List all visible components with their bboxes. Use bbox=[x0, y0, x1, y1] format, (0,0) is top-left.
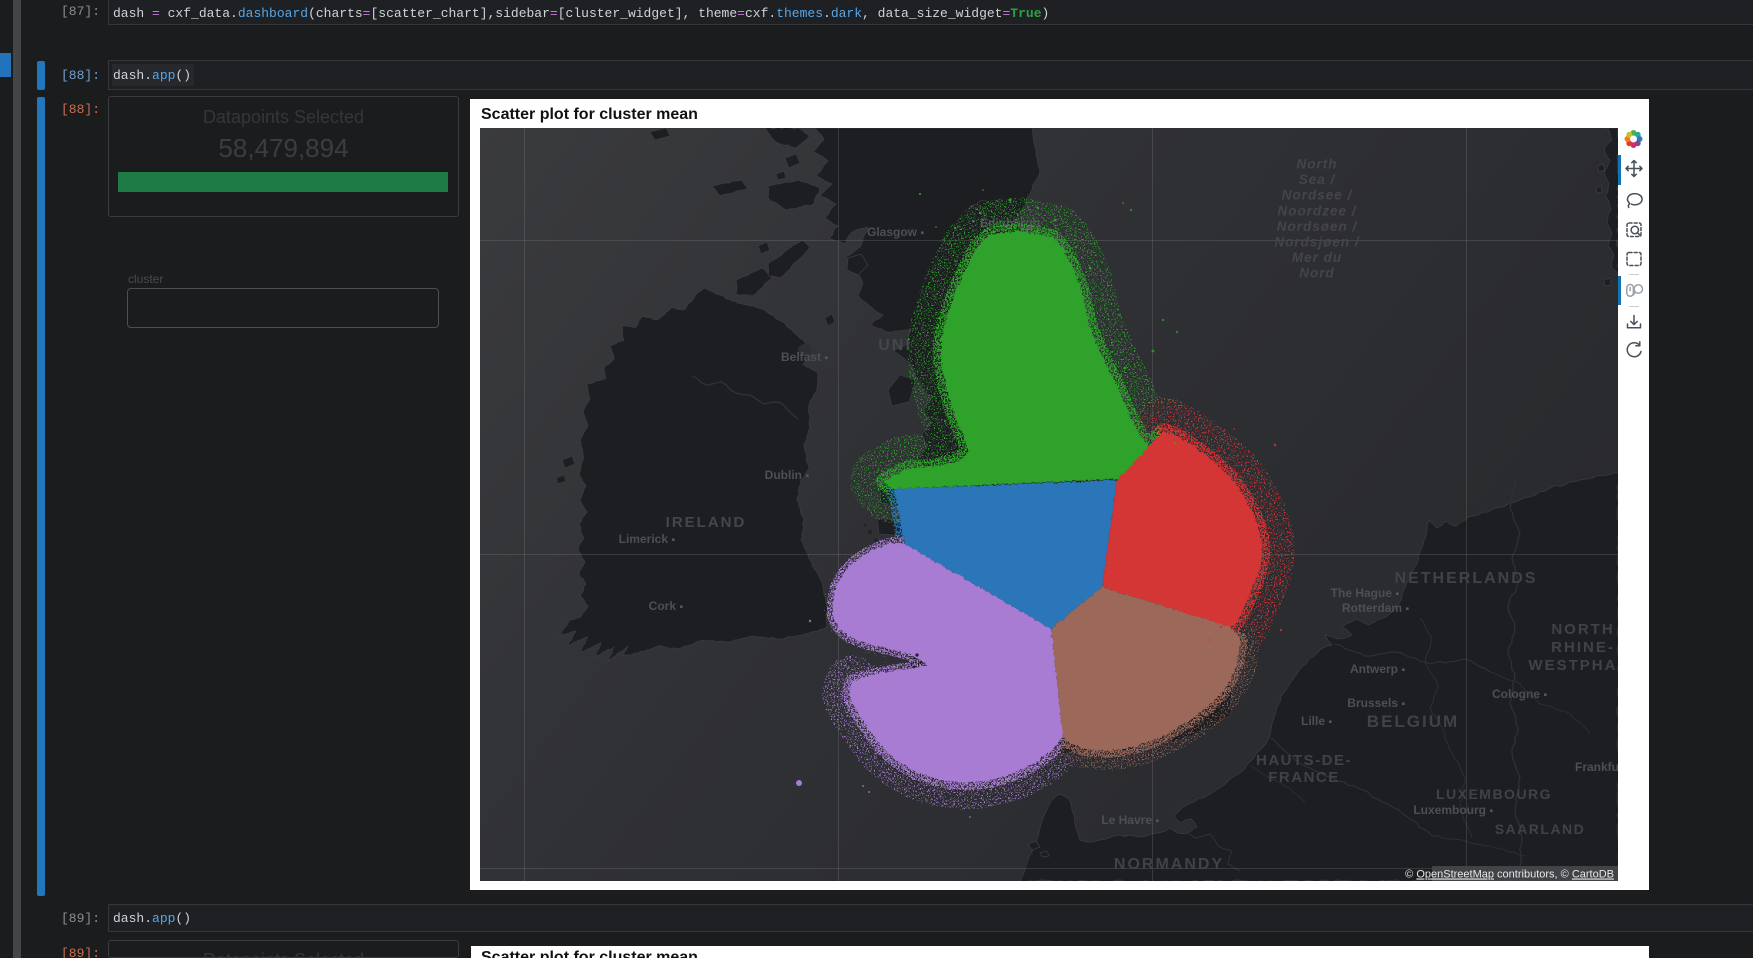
svg-text:Glasgow: Glasgow bbox=[867, 225, 918, 239]
svg-text:© OpenStreetMap contributors,: © OpenStreetMap contributors, © CartoDB bbox=[1405, 869, 1614, 881]
svg-text:LUXEMBOURG: LUXEMBOURG bbox=[1436, 786, 1552, 802]
svg-text:Lille: Lille bbox=[1301, 714, 1325, 728]
svg-text:Nordsjøen /: Nordsjøen / bbox=[1274, 235, 1360, 250]
svg-text:UNI: UNI bbox=[878, 337, 912, 354]
svg-text:HAUTS-DE-: HAUTS-DE- bbox=[1256, 752, 1352, 769]
svg-text:Luxembourg: Luxembourg bbox=[1413, 803, 1486, 817]
svg-text:Nordsøen /: Nordsøen / bbox=[1277, 219, 1358, 234]
svg-text:Sea /: Sea / bbox=[1299, 172, 1336, 187]
svg-text:North: North bbox=[1297, 157, 1338, 172]
svg-text:The Hague: The Hague bbox=[1331, 586, 1393, 600]
svg-text:FRANCE: FRANCE bbox=[1268, 769, 1340, 786]
svg-text:Brussels: Brussels bbox=[1347, 696, 1398, 710]
svg-text:Le Havre: Le Havre bbox=[1101, 813, 1152, 827]
svg-text:RHINE-: RHINE- bbox=[1551, 639, 1615, 656]
svg-text:Antwerp: Antwerp bbox=[1350, 662, 1398, 676]
svg-text:WESTPHALIA: WESTPHALIA bbox=[1528, 657, 1618, 674]
svg-text:Cologne: Cologne bbox=[1492, 687, 1540, 701]
svg-text:Frankfu: Frankfu bbox=[1575, 760, 1618, 774]
svg-text:Nord: Nord bbox=[1299, 266, 1335, 281]
svg-text:SAARLAND: SAARLAND bbox=[1495, 821, 1586, 837]
svg-text:NORMANDY: NORMANDY bbox=[1114, 856, 1224, 873]
svg-text:NORTH: NORTH bbox=[1551, 621, 1614, 638]
svg-text:Mer du: Mer du bbox=[1292, 250, 1342, 265]
svg-text:BELGIUM: BELGIUM bbox=[1367, 712, 1459, 731]
svg-text:Cork: Cork bbox=[649, 599, 677, 613]
svg-text:Limerick: Limerick bbox=[619, 532, 669, 546]
svg-text:IRELAND: IRELAND bbox=[666, 514, 747, 531]
svg-text:NETHERLANDS: NETHERLANDS bbox=[1395, 570, 1538, 587]
svg-text:Rotterdam: Rotterdam bbox=[1342, 601, 1402, 615]
svg-text:Nordsee /: Nordsee / bbox=[1282, 188, 1353, 203]
svg-text:Noordzee /: Noordzee / bbox=[1277, 203, 1356, 218]
svg-text:Belfast: Belfast bbox=[781, 350, 821, 364]
svg-text:Dublin: Dublin bbox=[765, 468, 802, 482]
